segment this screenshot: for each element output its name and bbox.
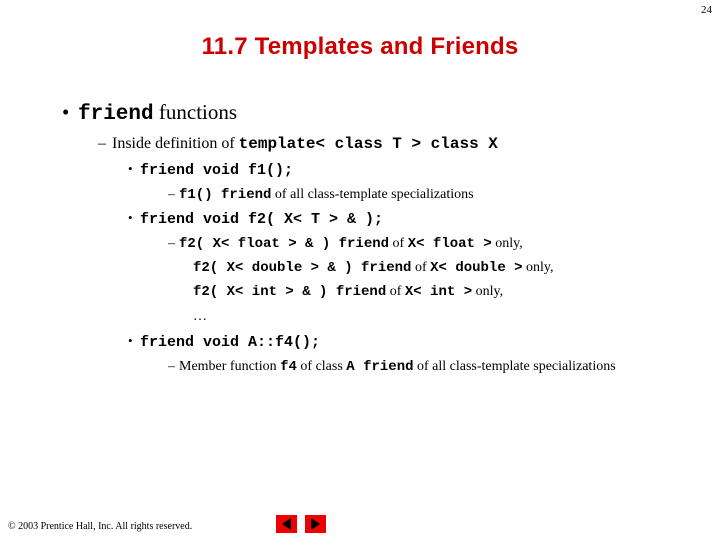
code-x-int: X< int > xyxy=(404,284,473,300)
text-inside-definition: Inside definition of xyxy=(112,135,239,152)
bullet-f2-int-note-text: f2( X< int > & ) friend of X< int > only… xyxy=(193,280,503,304)
text-of-double: of xyxy=(411,260,431,275)
previous-slide-button[interactable] xyxy=(276,515,297,533)
bullet-f2-double-note: f2( X< double > & ) friend of X< double … xyxy=(0,256,720,280)
text-f1-note-suffix: of all class-template specializations xyxy=(271,187,474,202)
bullet-inside-definition-text: Inside definition of template< class T >… xyxy=(112,131,498,157)
text-only-float: only, xyxy=(491,236,523,251)
text-of-float: of xyxy=(389,236,408,251)
bullet-f1-declaration: • friend void f1(); xyxy=(0,158,720,183)
bullet-f2-int-note: f2( X< int > & ) friend of X< int > only… xyxy=(0,280,720,304)
bullet-inside-definition: – Inside definition of template< class T… xyxy=(0,131,720,157)
ellipsis-line: … xyxy=(193,309,208,324)
dash-marker-icon: – xyxy=(168,187,175,202)
code-f2-float: f2( X< float > & ) friend xyxy=(179,236,390,252)
text-functions-word: functions xyxy=(158,100,238,124)
bullet-friend-functions: • friend functions xyxy=(0,98,720,129)
page-number: 24 xyxy=(701,4,712,16)
code-f2-declaration: friend void f2( X< T > & ); xyxy=(140,211,384,228)
triangle-right-icon xyxy=(311,518,320,530)
text-only-int: only, xyxy=(472,284,504,299)
text-member-function: Member function xyxy=(179,359,281,374)
code-f2-double: f2( X< double > & ) friend xyxy=(193,260,412,276)
bullet-f2-float-note: – f2( X< float > & ) friend of X< float … xyxy=(0,232,720,256)
bullet-f2-float-note-text: f2( X< float > & ) friend of X< float > … xyxy=(179,232,523,256)
text-of-int: of xyxy=(386,284,405,299)
bullet-marker-icon: • xyxy=(62,100,70,124)
bullet-f1-note: – f1() friend of all class-template spec… xyxy=(0,183,720,207)
dash-marker-icon: – xyxy=(168,236,175,251)
bullet-f2-double-note-text: f2( X< double > & ) friend of X< double … xyxy=(193,256,554,280)
code-friend-keyword: friend xyxy=(78,103,154,126)
text-only-double: only, xyxy=(522,260,554,275)
page-title: 11.7 Templates and Friends xyxy=(201,33,519,60)
bullet-friend-functions-text: friend functions xyxy=(78,98,237,129)
next-slide-button[interactable] xyxy=(305,515,326,533)
text-of-class: of class xyxy=(296,359,347,374)
bullet-marker-icon: • xyxy=(128,333,133,348)
slide: 24 11.7 Templates and Friends • friend f… xyxy=(0,0,720,540)
triangle-left-icon xyxy=(282,518,291,530)
dash-marker-icon: – xyxy=(168,359,175,374)
code-f2-int: f2( X< int > & ) friend xyxy=(193,284,387,300)
dash-marker-icon: – xyxy=(98,135,106,152)
text-f4-note-suffix: of all class-template specializations xyxy=(413,359,616,374)
code-f4-declaration: friend void A::f4(); xyxy=(140,334,321,351)
slide-body: • friend functions – Inside definition o… xyxy=(0,98,720,379)
code-template-declaration: template< class T > class X xyxy=(238,135,498,153)
code-x-double: X< double > xyxy=(430,260,523,276)
bullet-marker-icon: • xyxy=(128,161,133,176)
code-f1-declaration: friend void f1(); xyxy=(140,162,294,179)
bullet-f4-declaration: • friend void A::f4(); xyxy=(0,330,720,355)
bullet-f4-note-text: Member function f4 of class A friend of … xyxy=(179,355,691,379)
code-x-float: X< float > xyxy=(407,236,492,252)
bullet-f1-note-text: f1() friend of all class-template specia… xyxy=(179,183,474,207)
footer-copyright: © 2003 Prentice Hall, Inc. All rights re… xyxy=(8,521,193,532)
bullet-marker-icon: • xyxy=(128,210,133,225)
bullet-f4-note: – Member function f4 of class A friend o… xyxy=(0,355,720,379)
code-f1-friend: f1() friend xyxy=(179,187,272,203)
code-a-friend: A friend xyxy=(346,359,414,375)
navigation-buttons xyxy=(276,515,326,533)
bullet-f2-declaration: • friend void f2( X< T > & ); xyxy=(0,207,720,232)
code-f4: f4 xyxy=(280,359,297,375)
